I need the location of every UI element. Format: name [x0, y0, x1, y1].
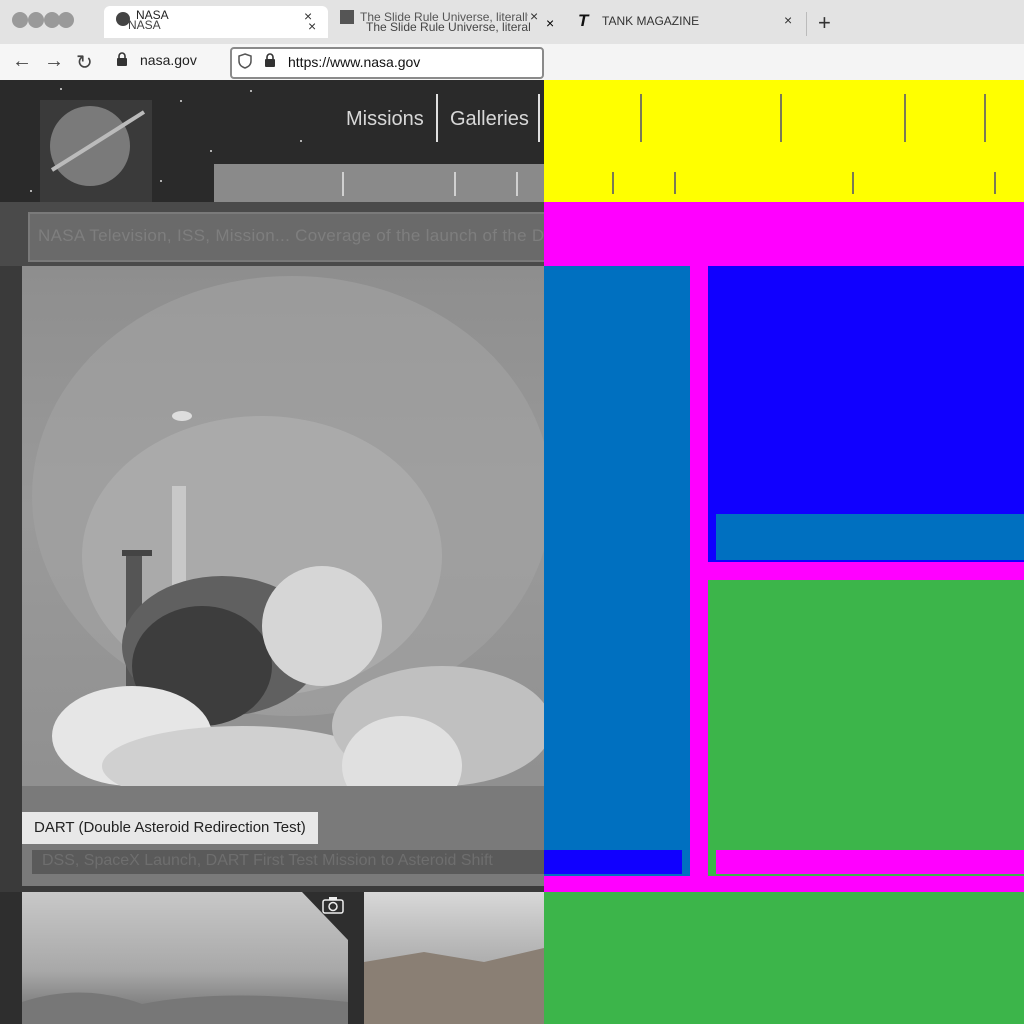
region-tick — [904, 94, 906, 142]
nasa-logo[interactable] — [40, 100, 152, 204]
news-ticker: NASA Television, ISS, Mission... Coverag… — [0, 202, 602, 266]
star — [300, 140, 302, 142]
nav-separator — [436, 94, 438, 142]
star — [180, 100, 182, 102]
hero-caption[interactable]: DART (Double Asteroid Redirection Test) — [22, 812, 318, 844]
region-tick — [994, 172, 996, 194]
hero-subtext: DSS, SpaceX Launch, DART First Test Miss… — [42, 852, 493, 869]
star — [210, 150, 212, 152]
star — [60, 88, 62, 90]
close-tab-icon[interactable]: × — [546, 15, 554, 31]
shield-icon[interactable] — [238, 53, 252, 74]
close-tab-icon[interactable]: × — [784, 12, 792, 28]
thumbnail-region-block — [544, 892, 1024, 1024]
region-tick — [852, 172, 854, 194]
url-short[interactable]: nasa.gov — [140, 52, 197, 68]
tab-nasa[interactable]: NASA NASA × × — [104, 6, 328, 38]
subnav-divider — [516, 172, 518, 196]
nav-galleries[interactable]: Galleries — [450, 108, 529, 131]
thumbnail-image[interactable] — [22, 892, 348, 1024]
reload-icon[interactable]: ↻ — [76, 50, 93, 75]
subnav-divider — [454, 172, 456, 196]
launch-smoke-illustration — [22, 276, 544, 886]
lock-icon — [116, 52, 127, 66]
side-card-block — [708, 580, 1024, 876]
browser-toolbar: ← → ↻ nasa.gov https://www.nasa.gov — [0, 44, 544, 80]
region-tick — [674, 172, 676, 194]
url-bar[interactable]: https://www.nasa.gov — [230, 47, 544, 79]
url-text[interactable]: https://www.nasa.gov — [288, 54, 420, 70]
region-tick — [984, 94, 986, 142]
close-tab-icon[interactable]: × — [530, 8, 538, 24]
window-control-icon[interactable] — [28, 12, 44, 28]
thumbnail-image[interactable] — [364, 892, 544, 1024]
tab-title-ghost: NASA — [128, 18, 161, 32]
hero-launch-image[interactable] — [22, 266, 544, 886]
back-arrow-icon[interactable]: ← — [12, 50, 32, 73]
header-region-block — [544, 80, 1024, 202]
thumbnail-row — [0, 892, 544, 1024]
hero-frame: DSS, SpaceX Launch, DART First Test Miss… — [0, 266, 544, 892]
window-control-icon[interactable] — [12, 12, 28, 28]
tab-strip: NASA NASA × × The Slide Rule Universe, l… — [0, 0, 1024, 44]
tab-title: TANK MAGAZINE — [602, 14, 700, 28]
tab-tank-magazine[interactable]: T TANK MAGAZINE × — [576, 6, 804, 36]
nav-missions[interactable]: Missions — [346, 108, 424, 131]
subnav-divider — [342, 172, 344, 196]
ticker-box[interactable]: NASA Television, ISS, Mission... Coverag… — [28, 212, 602, 262]
new-tab-button[interactable]: + — [818, 10, 831, 36]
ticker-text: NASA Television, ISS, Mission... Coverag… — [38, 226, 603, 245]
tab-slide-rule[interactable]: The Slide Rule Universe, literally The S… — [336, 6, 544, 36]
side-card-caption-block — [716, 514, 1024, 560]
side-card-caption-block — [716, 850, 1024, 874]
site-header: Missions Galleries — [0, 80, 544, 204]
page-favicon-icon — [340, 10, 354, 24]
nav-separator — [538, 94, 540, 142]
tab-divider — [806, 12, 807, 36]
hero-subbar-block — [544, 850, 682, 874]
toolbar-placeholder — [544, 44, 1024, 80]
star — [30, 190, 32, 192]
region-tick — [780, 94, 782, 142]
lock-icon — [264, 53, 276, 72]
star — [250, 90, 252, 92]
forward-arrow-icon[interactable]: → — [44, 50, 64, 73]
close-tab-icon[interactable]: × — [308, 18, 316, 34]
hero-region-block — [544, 266, 690, 876]
camera-icon[interactable] — [322, 896, 344, 919]
tab-title-ghost: The Slide Rule Universe, literal — [366, 20, 531, 34]
tank-favicon-icon: T — [578, 11, 589, 30]
window-control-icon[interactable] — [58, 12, 74, 28]
star — [160, 180, 162, 182]
hero-subbar: DSS, SpaceX Launch, DART First Test Miss… — [32, 850, 544, 874]
region-tick — [640, 94, 642, 142]
sub-navigation — [214, 164, 544, 202]
region-tick — [612, 172, 614, 194]
